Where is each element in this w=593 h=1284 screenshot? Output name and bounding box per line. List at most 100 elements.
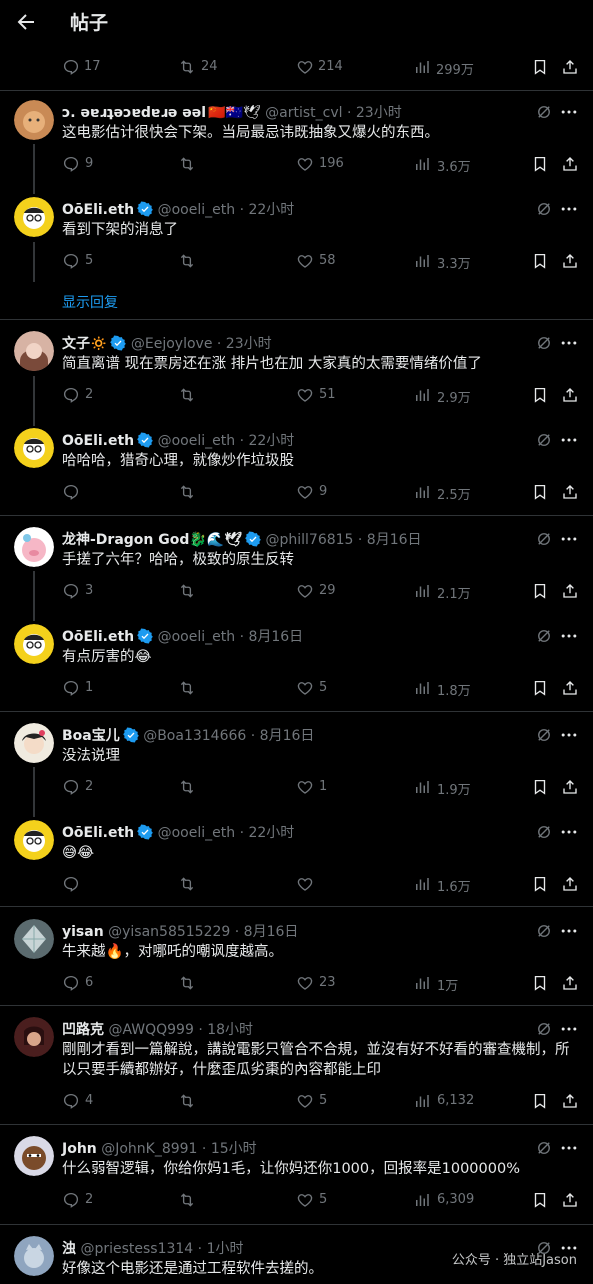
share-icon[interactable]: [561, 679, 579, 697]
bookmark-icon[interactable]: [531, 582, 549, 600]
like-icon[interactable]: [296, 974, 314, 992]
show-replies-link[interactable]: 显示回复: [62, 292, 118, 312]
more-options-icon[interactable]: [559, 200, 579, 218]
post-timestamp[interactable]: · 15小时: [202, 1141, 257, 1157]
bookmark-icon[interactable]: [531, 875, 549, 893]
author-name[interactable]: John: [62, 1141, 97, 1157]
views-icon[interactable]: [413, 483, 431, 501]
repost-icon[interactable]: [178, 875, 196, 893]
author-name[interactable]: ɔ. ǝɐɹʇǝɔɐdɐɹǝ ǝǝl: [62, 105, 206, 121]
like-icon[interactable]: [296, 582, 314, 600]
reply-icon[interactable]: [62, 582, 80, 600]
repost-icon[interactable]: [178, 155, 196, 173]
grok-icon[interactable]: [535, 334, 553, 352]
reply-icon[interactable]: [62, 58, 80, 76]
share-icon[interactable]: [561, 778, 579, 796]
bookmark-icon[interactable]: [531, 58, 549, 76]
author-name[interactable]: 龙神-Dragon God🐉🌊🕊: [62, 532, 242, 548]
like-icon[interactable]: [296, 252, 314, 270]
bookmark-icon[interactable]: [531, 1191, 549, 1209]
grok-icon[interactable]: [535, 103, 553, 121]
avatar[interactable]: [14, 197, 54, 237]
grok-icon[interactable]: [535, 726, 553, 744]
reply-icon[interactable]: [62, 155, 80, 173]
post-timestamp[interactable]: · 8月16日: [251, 728, 315, 744]
share-icon[interactable]: [561, 483, 579, 501]
views-icon[interactable]: [413, 252, 431, 270]
bookmark-icon[interactable]: [531, 778, 549, 796]
repost-icon[interactable]: [178, 252, 196, 270]
reply-icon[interactable]: [62, 483, 80, 501]
author-handle[interactable]: @JohnK_8991: [101, 1141, 197, 1157]
more-options-icon[interactable]: [559, 334, 579, 352]
views-icon[interactable]: [413, 1191, 431, 1209]
post-timestamp[interactable]: · 22小时: [240, 202, 295, 218]
avatar[interactable]: [14, 820, 54, 860]
bookmark-icon[interactable]: [531, 679, 549, 697]
avatar[interactable]: [14, 1136, 54, 1176]
post-timestamp[interactable]: · 22小时: [240, 825, 295, 841]
post-timestamp[interactable]: · 1小时: [198, 1241, 244, 1257]
grok-icon[interactable]: [535, 823, 553, 841]
post-timestamp[interactable]: · 8月16日: [235, 924, 299, 940]
share-icon[interactable]: [561, 58, 579, 76]
bookmark-icon[interactable]: [531, 252, 549, 270]
avatar[interactable]: [14, 331, 54, 371]
like-icon[interactable]: [296, 386, 314, 404]
avatar[interactable]: [14, 527, 54, 567]
author-name[interactable]: 凹路克: [62, 1022, 104, 1038]
repost-icon[interactable]: [178, 58, 196, 76]
bookmark-icon[interactable]: [531, 155, 549, 173]
like-icon[interactable]: [296, 1092, 314, 1110]
grok-icon[interactable]: [535, 431, 553, 449]
views-icon[interactable]: [413, 679, 431, 697]
more-options-icon[interactable]: [559, 431, 579, 449]
grok-icon[interactable]: [535, 922, 553, 940]
author-handle[interactable]: @ooeli_eth: [158, 433, 236, 449]
author-name[interactable]: Boa宝儿: [62, 728, 120, 744]
repost-icon[interactable]: [178, 974, 196, 992]
bookmark-icon[interactable]: [531, 483, 549, 501]
author-name[interactable]: OōEli.eth: [62, 629, 134, 645]
views-icon[interactable]: [413, 58, 431, 76]
avatar[interactable]: [14, 919, 54, 959]
author-handle[interactable]: @Boa1314666: [143, 728, 246, 744]
author-name[interactable]: OōEli.eth: [62, 433, 134, 449]
post-timestamp[interactable]: · 8月16日: [240, 629, 304, 645]
like-icon[interactable]: [296, 1191, 314, 1209]
avatar[interactable]: [14, 1236, 54, 1276]
grok-icon[interactable]: [535, 627, 553, 645]
share-icon[interactable]: [561, 974, 579, 992]
like-icon[interactable]: [296, 875, 314, 893]
views-icon[interactable]: [413, 155, 431, 173]
repost-icon[interactable]: [178, 386, 196, 404]
repost-icon[interactable]: [178, 582, 196, 600]
share-icon[interactable]: [561, 875, 579, 893]
views-icon[interactable]: [413, 875, 431, 893]
author-handle[interactable]: @ooeli_eth: [158, 202, 236, 218]
reply-icon[interactable]: [62, 1092, 80, 1110]
share-icon[interactable]: [561, 386, 579, 404]
repost-icon[interactable]: [178, 1191, 196, 1209]
more-options-icon[interactable]: [559, 627, 579, 645]
author-handle[interactable]: @AWQQ999: [108, 1022, 193, 1038]
repost-icon[interactable]: [178, 778, 196, 796]
views-icon[interactable]: [413, 386, 431, 404]
grok-icon[interactable]: [535, 200, 553, 218]
avatar[interactable]: [14, 1017, 54, 1057]
reply-icon[interactable]: [62, 1191, 80, 1209]
author-handle[interactable]: @artist_cvl: [265, 105, 342, 121]
like-icon[interactable]: [296, 778, 314, 796]
author-handle[interactable]: @priestess1314: [80, 1241, 193, 1257]
post-timestamp[interactable]: · 23小时: [217, 336, 272, 352]
share-icon[interactable]: [561, 582, 579, 600]
more-options-icon[interactable]: [559, 1020, 579, 1038]
author-handle[interactable]: @ooeli_eth: [158, 825, 236, 841]
more-options-icon[interactable]: [559, 922, 579, 940]
like-icon[interactable]: [296, 679, 314, 697]
post-timestamp[interactable]: · 8月16日: [358, 532, 422, 548]
share-icon[interactable]: [561, 252, 579, 270]
like-icon[interactable]: [296, 155, 314, 173]
post-timestamp[interactable]: · 18小时: [198, 1022, 253, 1038]
grok-icon[interactable]: [535, 1020, 553, 1038]
